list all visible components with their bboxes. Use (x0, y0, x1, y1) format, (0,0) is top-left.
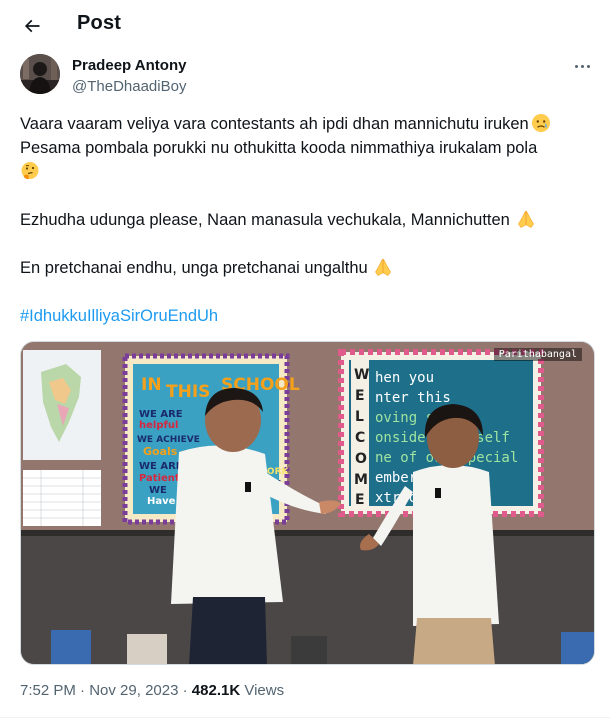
post-header: Post (0, 0, 610, 50)
svg-text:Have: Have (147, 496, 176, 507)
svg-text:L: L (355, 409, 364, 425)
svg-text:nter this: nter this (375, 390, 451, 406)
svg-text:WE ARE: WE ARE (139, 461, 183, 472)
more-options-button[interactable] (569, 56, 595, 76)
arrow-left-icon (24, 19, 40, 33)
meta-separator: · (75, 682, 90, 699)
hashtag-link[interactable]: #IdhukkuIlliyaSirOruEndUh (20, 304, 595, 328)
svg-text:M: M (354, 472, 368, 488)
views-label: Views (240, 682, 285, 699)
post-meta: 7:52 PM · Nov 29, 2023 · 482.1K Views (20, 682, 284, 699)
svg-text:W: W (354, 367, 369, 383)
text-line: Vaara vaaram veliya vara contestants ah … (20, 112, 595, 136)
svg-text:E: E (355, 492, 365, 508)
video-thumbnail: IN THIS SCHOOL WE ARE helpful WE ACHIEVE… (21, 342, 594, 664)
avatar-image (20, 54, 60, 94)
text-line-content: En pretchanai endhu, unga pretchanai ung… (20, 259, 368, 277)
more-dot (580, 64, 584, 68)
svg-text:THIS: THIS (166, 382, 210, 402)
post-text: Vaara vaaram veliya vara contestants ah … (20, 112, 595, 328)
divider (0, 717, 610, 718)
svg-text:hen you: hen you (375, 370, 434, 386)
views-count: 482.1K (191, 682, 241, 699)
more-horizontal-icon (574, 64, 578, 68)
text-line-content: Vaara vaaram veliya vara contestants ah … (20, 115, 529, 133)
svg-text:WE ARE: WE ARE (139, 409, 183, 420)
text-line: En pretchanai endhu, unga pretchanai ung… (20, 256, 595, 280)
text-line: Pesama pombala porukki nu othukitta kood… (20, 136, 595, 160)
post-author: Pradeep Antony @TheDhaadiBoy (20, 54, 595, 98)
svg-text:helpful: helpful (139, 420, 178, 431)
folded-hands-icon (374, 258, 391, 276)
svg-text:C: C (355, 430, 365, 446)
text-line (20, 160, 595, 184)
thinking-face-icon (21, 162, 39, 180)
back-button[interactable] (18, 12, 46, 40)
svg-text:Goals: Goals (143, 445, 178, 458)
media-watermark: Parithabangal (493, 348, 582, 361)
text-line: Ezhudha udunga please, Naan manasula vec… (20, 208, 595, 232)
more-dot (586, 64, 590, 68)
author-name[interactable]: Pradeep Antony (72, 57, 186, 74)
svg-text:WE ACHIEVE: WE ACHIEVE (137, 435, 200, 445)
page-title: Post (77, 12, 122, 34)
post-date[interactable]: Nov 29, 2023 (89, 682, 178, 699)
meta-separator: · (178, 682, 192, 699)
author-handle[interactable]: @TheDhaadiBoy (72, 78, 186, 95)
svg-text:WE: WE (149, 485, 167, 496)
svg-text:Patient: Patient (139, 473, 180, 484)
text-line-content: Pesama pombala porukki nu othukitta kood… (20, 139, 538, 157)
post-media[interactable]: IN THIS SCHOOL WE ARE helpful WE ACHIEVE… (20, 341, 595, 665)
svg-text:IN: IN (141, 375, 162, 395)
text-line-content: Ezhudha udunga please, Naan manasula vec… (20, 211, 510, 229)
svg-text:E: E (355, 388, 365, 404)
crying-face-icon (531, 114, 550, 132)
folded-hands-icon (517, 210, 534, 228)
svg-text:O: O (355, 451, 367, 467)
post-time[interactable]: 7:52 PM (20, 682, 76, 699)
avatar[interactable] (20, 54, 60, 94)
